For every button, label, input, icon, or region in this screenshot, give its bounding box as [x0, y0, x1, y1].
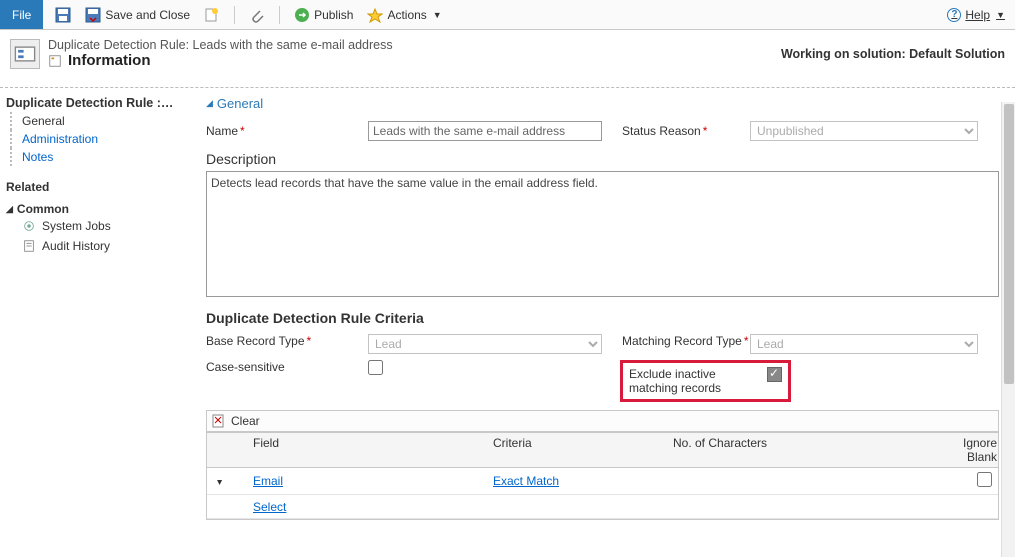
- exclude-highlight: Exclude inactive matching records: [620, 360, 791, 402]
- criteria-header: Duplicate Detection Rule Criteria: [206, 310, 1011, 326]
- grid-criteria-link[interactable]: Exact Match: [493, 474, 559, 488]
- nav-item-notes[interactable]: Notes: [10, 148, 180, 166]
- exclude-label: Exclude inactive matching records: [629, 367, 757, 395]
- left-nav: Duplicate Detection Rule :… General Admi…: [0, 88, 186, 543]
- base-type-label: Base Record Type*: [206, 334, 368, 348]
- new-button[interactable]: [200, 5, 224, 25]
- section-general-toggle[interactable]: ◢ General: [206, 96, 1011, 111]
- grid-row: ▸ Email Exact Match: [207, 468, 998, 495]
- page-header: Duplicate Detection Rule: Leads with the…: [0, 30, 1015, 88]
- col-ignore: Ignore Blank: [957, 432, 1003, 468]
- nav-item-audit-history[interactable]: Audit History: [6, 236, 180, 256]
- case-sensitive-checkbox[interactable]: [368, 360, 383, 375]
- entity-icon: [10, 39, 40, 69]
- caret-down-icon: ◢: [6, 204, 13, 215]
- row-name: Name* Status Reason* Unpublished: [206, 121, 1011, 141]
- description-label: Description: [206, 151, 1011, 167]
- scrollbar[interactable]: [1001, 102, 1015, 557]
- rule-icon: [14, 43, 36, 65]
- grid-select-link[interactable]: Select: [253, 500, 286, 514]
- col-field: Field: [247, 432, 487, 468]
- grid-row: Select: [207, 495, 998, 519]
- publish-button[interactable]: Publish: [290, 5, 357, 25]
- name-label: Name*: [206, 124, 368, 138]
- nav-item-general[interactable]: General: [10, 112, 180, 130]
- nav-common-header[interactable]: ◢ Common: [6, 202, 180, 216]
- file-tab[interactable]: File: [0, 0, 43, 29]
- criteria-grid: Clear Field Criteria No. of Characters I…: [206, 410, 999, 520]
- paperclip-icon: [249, 7, 265, 23]
- clear-button[interactable]: Clear: [231, 414, 260, 428]
- content: ◢ General Name* Status Reason* Unpublish…: [186, 88, 1015, 543]
- chevron-down-icon[interactable]: ▸: [214, 480, 225, 485]
- document-icon: [22, 239, 36, 253]
- chevron-down-icon: ▼: [433, 10, 442, 20]
- actions-icon: [367, 7, 383, 23]
- header-text: Duplicate Detection Rule: Leads with the…: [48, 38, 393, 69]
- nav-related-header: Related: [6, 180, 180, 194]
- solution-label: Working on solution: Default Solution: [781, 47, 1005, 61]
- nav-crumb: Duplicate Detection Rule :…: [6, 96, 180, 110]
- attach-button[interactable]: [245, 5, 269, 25]
- save-button[interactable]: [51, 5, 75, 25]
- actions-button[interactable]: Actions ▼: [363, 5, 445, 25]
- exclude-checkbox[interactable]: [767, 367, 782, 382]
- gear-icon: [22, 219, 36, 233]
- col-criteria: Criteria: [487, 432, 667, 468]
- col-chars: No. of Characters: [667, 432, 957, 468]
- toolbar-items: Save and Close Publish Actions ▼: [43, 5, 453, 25]
- actions-label: Actions: [387, 8, 426, 22]
- publish-icon: [294, 7, 310, 23]
- base-type-select[interactable]: Lead: [368, 334, 602, 354]
- help-link[interactable]: ? Help ▼: [937, 8, 1015, 22]
- grid-toolbar: Clear: [207, 411, 998, 432]
- save-close-label: Save and Close: [105, 8, 190, 22]
- info-icon: [48, 54, 62, 68]
- nav-item-administration[interactable]: Administration: [10, 130, 180, 148]
- toolbar: File Save and Close Publish Actions ▼ ? …: [0, 0, 1015, 30]
- grid-field-link[interactable]: Email: [253, 474, 283, 488]
- help-label: Help: [965, 8, 990, 22]
- caret-down-icon: ◢: [206, 98, 213, 109]
- case-sensitive-label: Case-sensitive: [206, 360, 368, 374]
- description-textarea[interactable]: [206, 171, 999, 297]
- row-case-exclude: Case-sensitive Exclude inactive matching…: [206, 360, 1011, 402]
- grid-header: Field Criteria No. of Characters Ignore …: [207, 432, 998, 468]
- ignore-blank-checkbox[interactable]: [977, 472, 992, 487]
- separator: [279, 6, 280, 24]
- header-breadcrumb: Duplicate Detection Rule: Leads with the…: [48, 38, 393, 52]
- status-label: Status Reason*: [622, 124, 750, 138]
- main: Duplicate Detection Rule :… General Admi…: [0, 88, 1015, 543]
- save-icon: [55, 7, 71, 23]
- clear-icon: [211, 413, 227, 429]
- page-title: Information: [68, 52, 151, 69]
- row-base-type: Base Record Type* Lead Matching Record T…: [206, 334, 1011, 354]
- help-icon: ?: [947, 8, 961, 22]
- chevron-down-icon: ▼: [996, 10, 1005, 20]
- new-icon: [204, 7, 220, 23]
- name-input[interactable]: [368, 121, 602, 141]
- status-select[interactable]: Unpublished: [750, 121, 978, 141]
- publish-label: Publish: [314, 8, 353, 22]
- separator: [234, 6, 235, 24]
- save-close-button[interactable]: Save and Close: [81, 5, 194, 25]
- scrollbar-thumb[interactable]: [1004, 104, 1014, 384]
- match-type-label: Matching Record Type*: [622, 334, 750, 348]
- match-type-select[interactable]: Lead: [750, 334, 978, 354]
- nav-item-system-jobs[interactable]: System Jobs: [6, 216, 180, 236]
- save-close-icon: [85, 7, 101, 23]
